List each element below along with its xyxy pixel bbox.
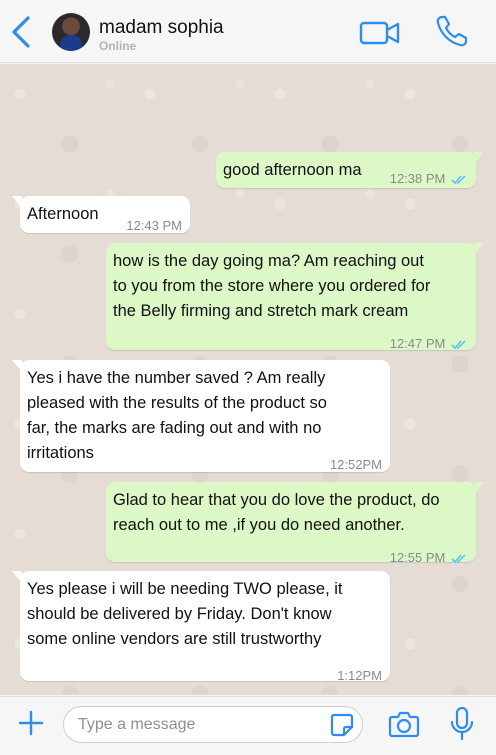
message-input[interactable] [78,712,318,738]
chat-header: madam sophia Online [0,0,496,63]
contact-status: Online [99,39,137,53]
chat-area[interactable]: good afternoon ma 12:38 PM Afternoon 12:… [0,64,496,695]
phone-icon [436,15,468,47]
read-receipt-icon [451,554,466,564]
message-incoming[interactable]: Yes please i will be needing TWO please,… [12,571,390,683]
sticker-button[interactable] [329,712,355,738]
message-input-container[interactable] [63,706,363,743]
camera-icon [388,711,420,738]
message-outgoing[interactable]: how is the day going ma? Am reaching out… [106,243,484,351]
message-outgoing[interactable]: good afternoon ma 12:38 PM [216,152,484,191]
composer-bar [0,696,496,755]
message-time: 1:12PM [337,668,382,683]
message-text: how is the day going ma? Am reaching out… [113,252,431,320]
message-incoming[interactable]: Yes i have the number saved ? Am really … [12,360,390,472]
message-text: Afternoon [27,205,99,223]
microphone-icon [450,706,474,741]
avatar[interactable] [52,13,90,51]
message-time: 12:47 PM [390,331,468,356]
message-time: 12:55 PM [390,545,468,570]
add-attachment-button[interactable] [17,709,45,737]
message-time: 12:43 PM [126,218,182,233]
message-text: Yes i have the number saved ? Am really … [27,369,327,462]
message-text: good afternoon ma [223,161,362,179]
message-time: 12:52PM [329,457,382,472]
read-receipt-icon [451,175,466,185]
voice-message-button[interactable] [449,706,475,742]
message-outgoing[interactable]: Glad to hear that you do love the produc… [106,482,484,565]
message-text: Yes please i will be needing TWO please,… [27,580,343,648]
back-button[interactable] [8,14,36,50]
camera-button[interactable] [388,709,420,739]
video-camera-icon [359,21,400,45]
back-chevron-icon [12,16,30,48]
message-time: 12:38 PM [390,166,468,191]
message-text: Glad to hear that you do love the produc… [113,491,440,534]
voice-call-button[interactable] [434,13,470,49]
video-call-button[interactable] [359,19,401,47]
message-incoming[interactable]: Afternoon 12:43 PM [12,196,190,233]
contact-name[interactable]: madam sophia [99,17,224,39]
plus-icon [18,710,44,736]
read-receipt-icon [451,340,466,350]
sticker-icon [330,713,354,737]
